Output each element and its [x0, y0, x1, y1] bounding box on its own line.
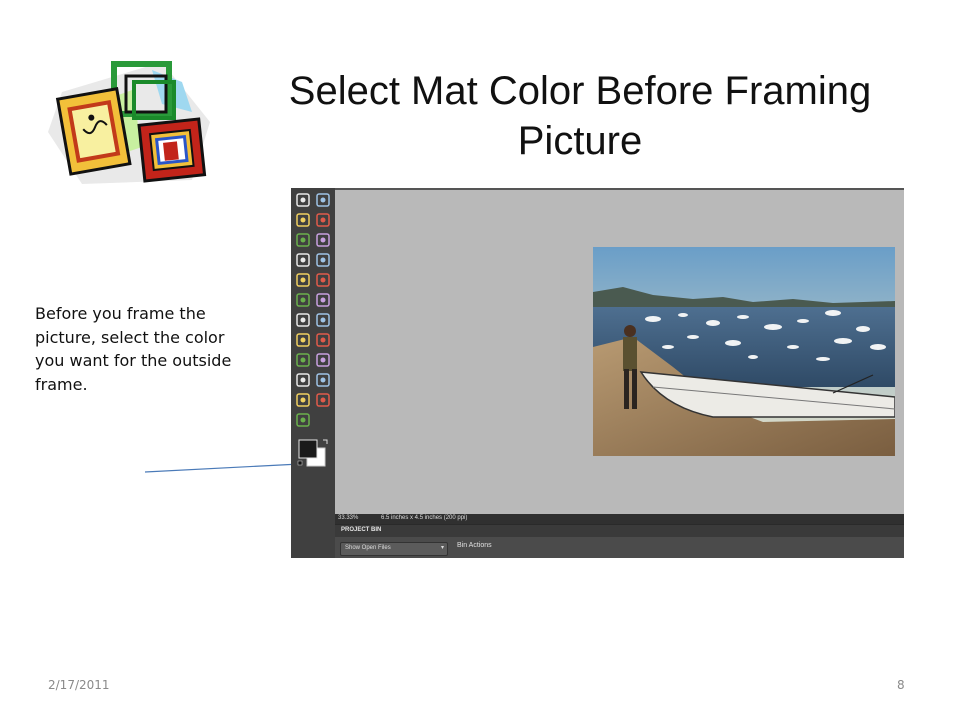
- default-colors-icon: [297, 460, 303, 466]
- blur-tool-icon[interactable]: [315, 392, 331, 408]
- project-bin-title: PROJECT BIN: [341, 527, 382, 533]
- clone-stamp-tool-icon[interactable]: [295, 332, 311, 348]
- project-bin-header: PROJECT BIN: [335, 524, 904, 537]
- callout-pointer-line: [144, 463, 301, 473]
- sponge-tool-icon[interactable]: [295, 412, 311, 428]
- swap-colors-icon: [323, 439, 328, 444]
- photo-editor-screenshot: 33.33% 6.5 inches x 4.5 inches (200 ppi)…: [291, 188, 904, 558]
- move-tool-icon[interactable]: [295, 192, 311, 208]
- zoom-tool-icon[interactable]: [315, 192, 331, 208]
- page-number: 8: [897, 678, 905, 692]
- picture-frames-clipart-icon: [42, 52, 214, 188]
- hand-tool-icon[interactable]: [295, 212, 311, 228]
- spot-healing-tool-icon[interactable]: [315, 312, 331, 328]
- smart-brush-tool-icon[interactable]: [315, 352, 331, 368]
- dropdown-label: Show Open Files: [345, 545, 391, 551]
- slide-body-text: Before you frame the picture, select the…: [35, 304, 232, 394]
- eyedropper-tool-icon[interactable]: [315, 212, 331, 228]
- recompose-tool-icon[interactable]: [315, 292, 331, 308]
- document-size: 6.5 inches x 4.5 inches (200 ppi): [381, 515, 468, 521]
- project-bin-body: Show Open Files ▾ Bin Actions: [335, 537, 904, 558]
- canvas-top-border: [335, 188, 904, 190]
- show-open-files-dropdown[interactable]: Show Open Files ▾: [340, 542, 448, 556]
- brush-tool-icon[interactable]: [295, 352, 311, 368]
- status-bar: 33.33% 6.5 inches x 4.5 inches (200 ppi): [335, 514, 904, 524]
- red-eye-tool-icon[interactable]: [295, 312, 311, 328]
- magic-wand-tool-icon[interactable]: [295, 252, 311, 268]
- paint-bucket-tool-icon[interactable]: [295, 372, 311, 388]
- marquee-tool-icon[interactable]: [295, 232, 311, 248]
- eraser-tool-icon[interactable]: [315, 332, 331, 348]
- toolbox-panel: [291, 188, 335, 558]
- slide-title: Select Mat Color Before Framing Picture: [288, 69, 872, 163]
- chevron-down-icon: ▾: [440, 545, 444, 551]
- crop-tool-icon[interactable]: [315, 272, 331, 288]
- type-tool-icon[interactable]: [295, 272, 311, 288]
- bin-actions-menu[interactable]: Bin Actions: [457, 542, 492, 549]
- footer-date: 2/17/2011: [48, 678, 110, 692]
- document-photo: [593, 247, 895, 456]
- zoom-level: 33.33%: [338, 515, 359, 521]
- lasso-tool-icon[interactable]: [315, 232, 331, 248]
- gradient-tool-icon[interactable]: [315, 372, 331, 388]
- selection-brush-tool-icon[interactable]: [315, 252, 331, 268]
- shape-tool-icon[interactable]: [295, 392, 311, 408]
- cookie-cutter-tool-icon[interactable]: [295, 292, 311, 308]
- foreground-color-swatch: [298, 439, 318, 459]
- color-swatches[interactable]: [297, 438, 331, 470]
